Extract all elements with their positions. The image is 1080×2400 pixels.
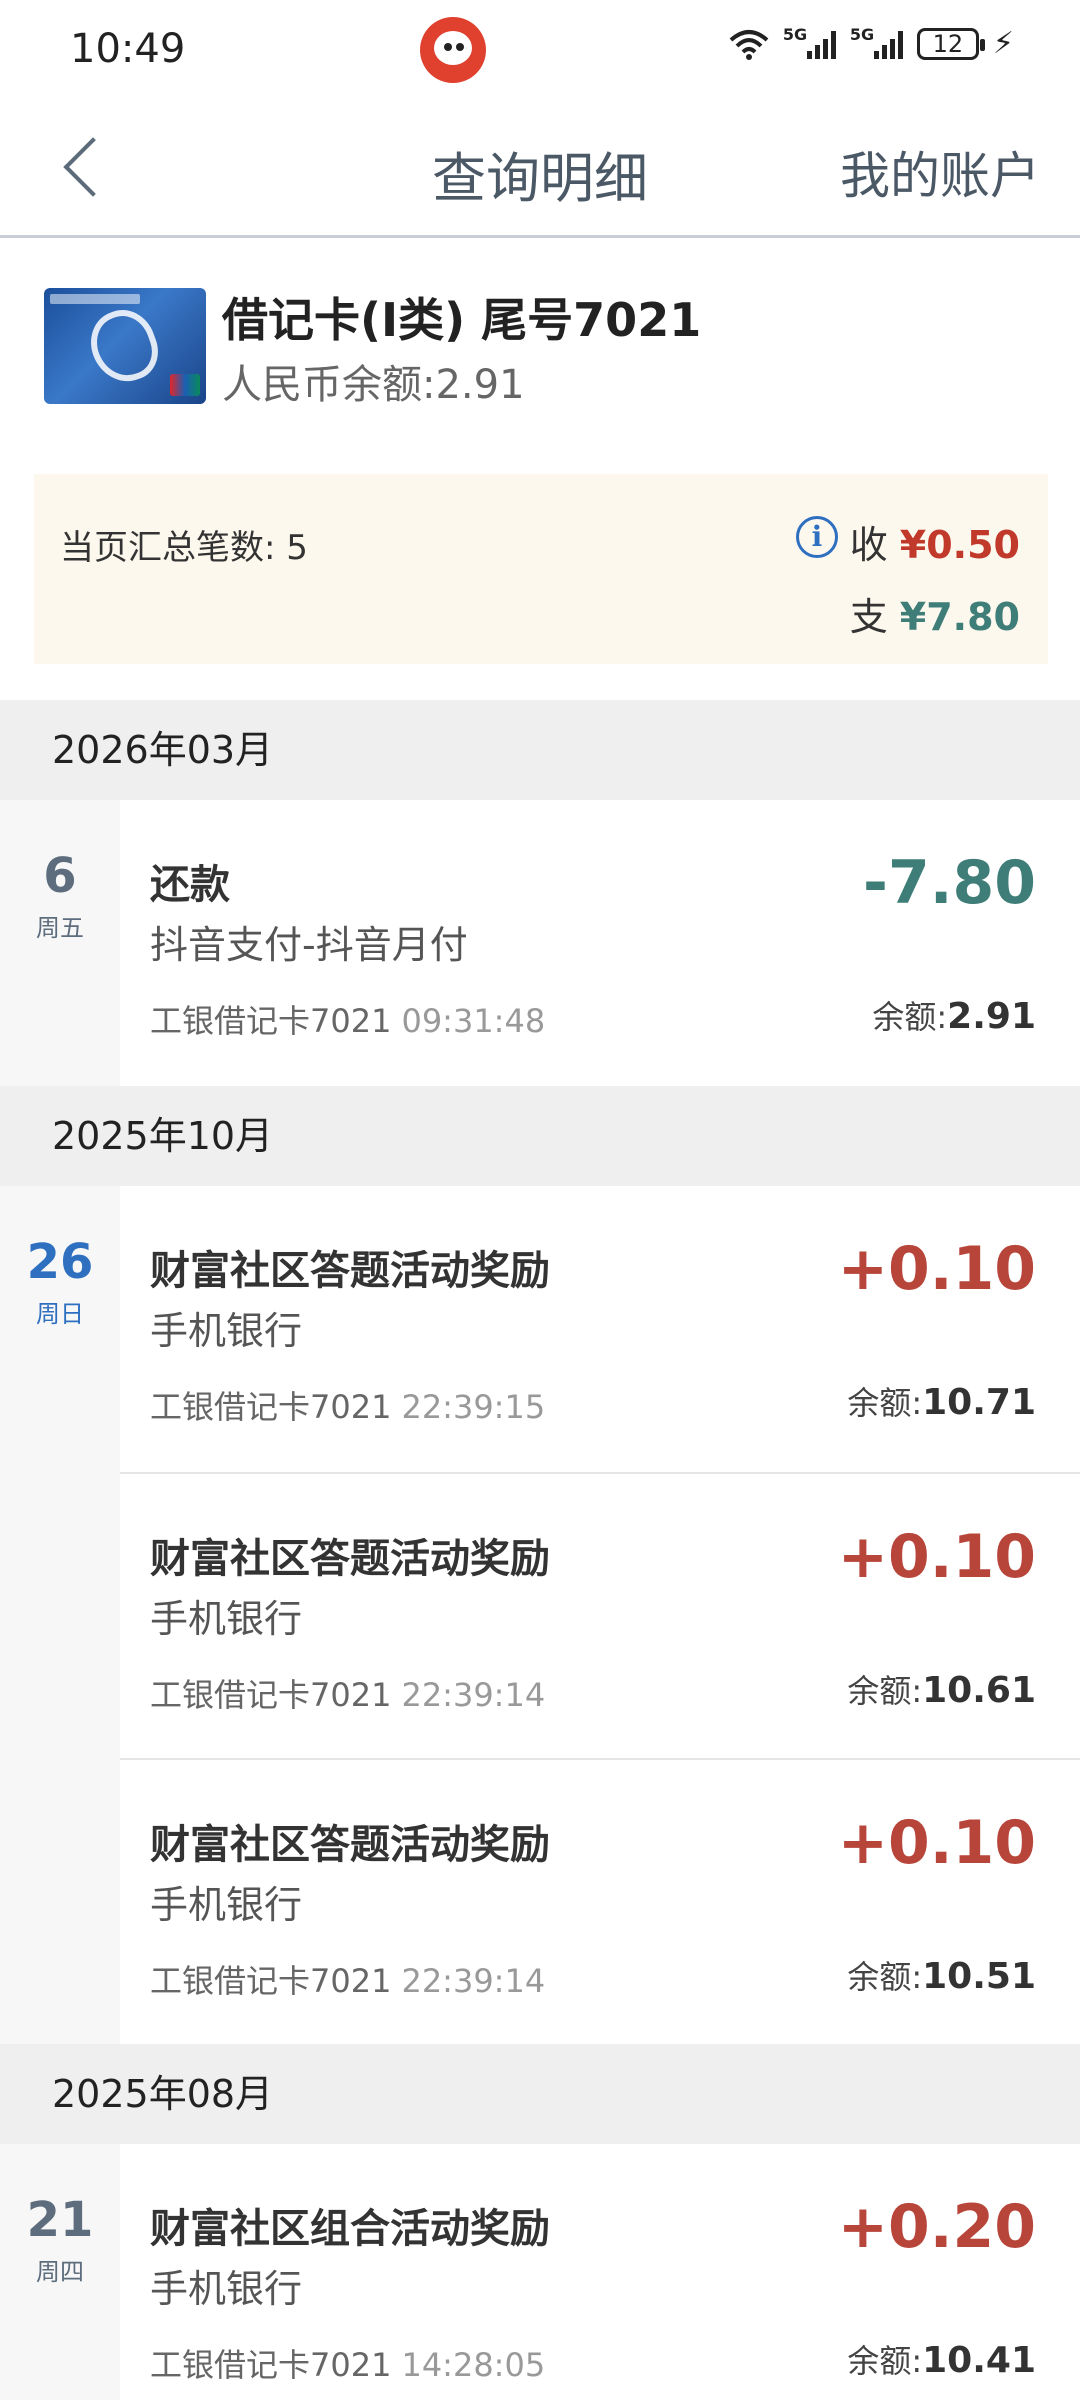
card-info[interactable]: 借记卡(I类) 尾号7021 人民币余额:2.91 bbox=[0, 240, 1080, 460]
summary-income: 收 ¥0.50 bbox=[849, 523, 1020, 567]
txn-amount: -7.80 bbox=[863, 848, 1036, 918]
txn-balance: 余额:10.51 bbox=[847, 1956, 1036, 1997]
my-account-link[interactable]: 我的账户 bbox=[840, 136, 1040, 208]
txn-balance: 余额:2.91 bbox=[872, 996, 1036, 1037]
txn-title: 财富社区组合活动奖励 bbox=[150, 2206, 550, 2252]
txn-card: 工银借记卡7021 14:28:05 bbox=[150, 2346, 546, 2384]
txn-channel: 手机银行 bbox=[150, 1309, 303, 1353]
info-icon[interactable]: i bbox=[796, 516, 838, 558]
card-name: 借记卡(I类) 尾号7021 bbox=[222, 293, 702, 347]
month-header: 2025年10月 bbox=[0, 1086, 1080, 1186]
txn-title: 财富社区答题活动奖励 bbox=[150, 1822, 550, 1868]
txn-balance: 余额:10.71 bbox=[847, 1382, 1036, 1423]
transaction-row[interactable]: 还款 抖音支付-抖音月付 工银借记卡7021 09:31:48 -7.80 余额:… bbox=[120, 800, 1080, 1086]
txn-amount: +0.10 bbox=[837, 1808, 1036, 1878]
txn-title: 财富社区答题活动奖励 bbox=[150, 1536, 550, 1582]
signal-icon-2: 5G bbox=[850, 25, 903, 59]
txn-amount: +0.20 bbox=[837, 2192, 1036, 2262]
txn-title: 还款 bbox=[150, 862, 230, 908]
txn-amount: +0.10 bbox=[837, 1234, 1036, 1304]
card-image bbox=[44, 288, 206, 404]
wifi-icon bbox=[729, 29, 769, 60]
txn-card: 工银借记卡7021 09:31:48 bbox=[150, 1002, 546, 1040]
date-column: 21 周四 bbox=[0, 2144, 120, 2400]
status-time: 10:49 bbox=[70, 26, 186, 72]
battery-icon: 12 bbox=[916, 27, 985, 60]
page-summary: 当页汇总笔数: 5 i 收 ¥0.50 支 ¥7.80 bbox=[34, 474, 1048, 664]
txn-channel: 抖音支付-抖音月付 bbox=[150, 923, 468, 967]
transaction-row[interactable]: 财富社区组合活动奖励 手机银行 工银借记卡7021 14:28:05 +0.20 … bbox=[120, 2144, 1080, 2400]
txn-channel: 手机银行 bbox=[150, 2267, 303, 2311]
signal-icon: 5G bbox=[783, 25, 836, 59]
txn-card: 工银借记卡7021 22:39:14 bbox=[150, 1962, 546, 2000]
transaction-row[interactable]: 财富社区答题活动奖励 手机银行 工银借记卡7021 22:39:14 +0.10 … bbox=[120, 1472, 1080, 1758]
summary-expense: 支 ¥7.80 bbox=[849, 595, 1020, 639]
txn-channel: 手机银行 bbox=[150, 1883, 303, 1927]
nav-header: 查询明细 我的账户 bbox=[0, 100, 1080, 238]
date-column: 6 周五 bbox=[0, 800, 120, 1086]
txn-card: 工银借记卡7021 22:39:15 bbox=[150, 1388, 546, 1426]
charging-icon: ⚡ bbox=[992, 26, 1014, 61]
month-header: 2025年08月 bbox=[0, 2044, 1080, 2144]
txn-amount: +0.10 bbox=[837, 1522, 1036, 1592]
txn-channel: 手机银行 bbox=[150, 1597, 303, 1641]
transaction-row[interactable]: 财富社区答题活动奖励 手机银行 工银借记卡7021 22:39:14 +0.10 … bbox=[120, 1758, 1080, 2044]
app-mascot-icon bbox=[420, 17, 486, 83]
txn-title: 财富社区答题活动奖励 bbox=[150, 1248, 550, 1294]
month-header: 2026年03月 bbox=[0, 700, 1080, 800]
card-balance: 人民币余额:2.91 bbox=[222, 362, 525, 408]
txn-balance: 余额:10.41 bbox=[847, 2340, 1036, 2381]
summary-count: 当页汇总笔数: 5 bbox=[60, 528, 308, 568]
date-column: 26 周日 bbox=[0, 1186, 120, 2044]
transaction-row[interactable]: 财富社区答题活动奖励 手机银行 工银借记卡7021 22:39:15 +0.10 … bbox=[120, 1186, 1080, 1472]
txn-balance: 余额:10.61 bbox=[847, 1670, 1036, 1711]
status-bar: 10:49 5G 5G 12 ⚡ bbox=[0, 0, 1080, 100]
txn-card: 工银借记卡7021 22:39:14 bbox=[150, 1676, 546, 1714]
